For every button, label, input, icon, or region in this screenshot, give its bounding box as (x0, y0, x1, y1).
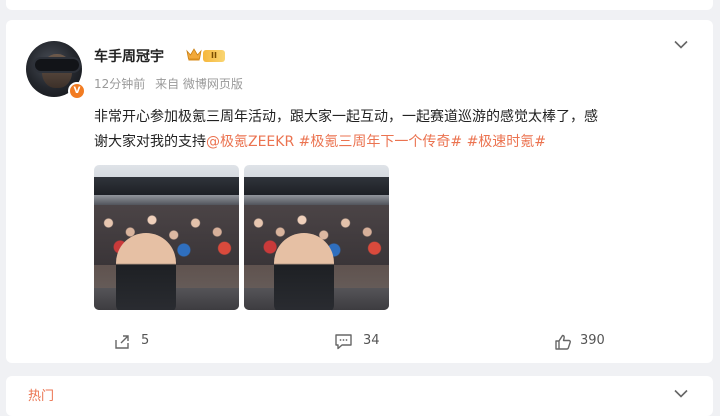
previous-card (6, 0, 713, 10)
hashtag-link[interactable]: #极速时氪# (467, 134, 546, 150)
post-meta: 12分钟前 来自 微博网页版 (94, 75, 249, 92)
comment-count[interactable]: 34 (363, 333, 380, 348)
mention-link[interactable]: @极氪ZEEKR (206, 134, 294, 150)
image-person (274, 233, 334, 310)
author-name[interactable]: 车手周冠宇 (94, 46, 164, 66)
post-text-line-2: 谢大家对我的支持@极氪ZEEKR #极氪三周年下一个传奇# #极速时氪# (94, 130, 698, 155)
verified-badge: V (68, 82, 86, 100)
post-source: 来自 微博网页版 (155, 77, 243, 91)
crown-icon (186, 48, 202, 61)
post-text-line-1: 非常开心参加极氪三周年活动，跟大家一起互动，一起赛道巡游的感觉太棒了，感 (94, 109, 598, 125)
chevron-down-icon[interactable] (674, 40, 688, 49)
comment-icon[interactable] (334, 333, 353, 350)
post-card: V 车手周冠宇 II 12分钟前 来自 微博网页版 非常开心参加极氪三周年活动，… (6, 20, 713, 363)
repost-icon[interactable] (113, 333, 131, 351)
post-image-1[interactable] (94, 165, 239, 310)
like-count[interactable]: 390 (580, 333, 605, 348)
hashtag-link[interactable]: #极氪三周年下一个传奇# (299, 134, 462, 150)
level-badge: II (203, 50, 225, 62)
hot-section-title[interactable]: 热门 (28, 385, 54, 404)
post-image-2[interactable] (244, 165, 389, 310)
avatar-helmet-visor (35, 59, 79, 71)
image-tent (94, 177, 239, 195)
image-tent (244, 177, 389, 195)
post-text-plain: 谢大家对我的支持 (94, 134, 206, 150)
image-person (116, 233, 176, 310)
post-text: 非常开心参加极氪三周年活动，跟大家一起互动，一起赛道巡游的感觉太棒了，感 谢大家… (94, 105, 698, 155)
repost-count[interactable]: 5 (141, 333, 149, 348)
post-time[interactable]: 12分钟前 (94, 77, 145, 91)
like-icon[interactable] (554, 333, 572, 351)
hot-section-card: 热门 (6, 376, 713, 416)
chevron-down-icon[interactable] (674, 389, 688, 398)
